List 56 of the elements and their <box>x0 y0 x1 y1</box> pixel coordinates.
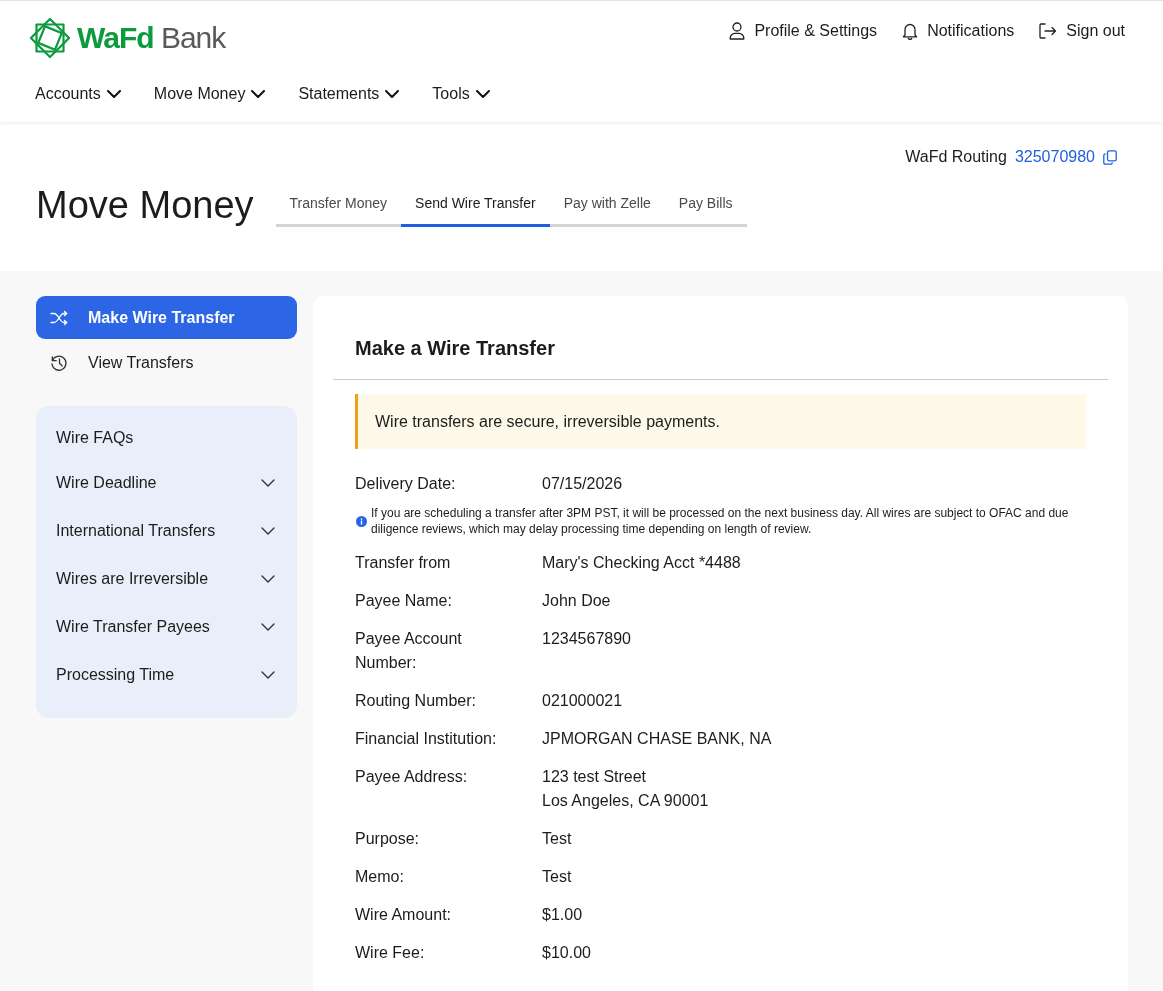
field-label: Routing Number: <box>355 691 477 711</box>
field-value: $1.00 <box>542 905 583 925</box>
nav-menu-item[interactable]: Statements <box>290 72 408 116</box>
copy-icon[interactable] <box>1103 149 1117 165</box>
field-label: Financial Institution: <box>355 729 498 749</box>
field-label: Purpose: <box>355 829 421 849</box>
field-label: Payee Address: <box>355 767 469 787</box>
page-title: Move Money <box>36 183 254 227</box>
field-label: Memo: <box>355 867 405 887</box>
sign-out-icon <box>1039 23 1058 39</box>
tab[interactable]: Transfer Money <box>275 183 402 227</box>
field-value: Test <box>542 829 572 849</box>
field-label: Delivery Date: <box>355 474 457 494</box>
field-value: $10.00 <box>542 943 591 963</box>
sidebar-item[interactable]: View Transfers <box>36 341 297 384</box>
nav-menu-item[interactable]: Accounts <box>27 72 129 116</box>
header-link[interactable]: Sign out <box>1039 19 1125 43</box>
info-icon <box>356 515 367 527</box>
tab[interactable]: Pay Bills <box>664 183 747 227</box>
nav-menu-item[interactable]: Move Money <box>145 72 274 116</box>
routing-number-link[interactable]: 325070980 <box>1014 145 1095 169</box>
field-value: Test <box>542 867 572 887</box>
field-label: Wire Fee: <box>355 943 426 963</box>
field-value: 07/15/2026 <box>542 474 623 494</box>
field-label: Wire Amount: <box>355 905 453 925</box>
field-value: Mary's Checking Acct *4488 <box>542 553 741 573</box>
star-logo-icon <box>27 15 73 61</box>
field-label: Payee Account Number: <box>355 629 463 673</box>
field-value: 021000021 <box>542 691 623 711</box>
field-label: Payee Name: <box>355 591 453 611</box>
faq-heading: Wire FAQs <box>56 428 135 448</box>
field-value: John Doe <box>542 591 611 611</box>
faq-item[interactable]: Processing Time <box>56 651 275 699</box>
alert-message: Wire transfers are secure, irreversible payments. <box>355 394 1086 449</box>
info-note: If you are scheduling a transfer after 3PM PST, it will be processed on the next business day. All wires are subject to OFAC and due diligence reviews, which may delay processing time depending on length of review. <box>371 505 1070 537</box>
history-icon <box>50 353 68 372</box>
field-label: Transfer from <box>355 553 452 573</box>
field-value: 123 test Street Los Angeles, CA 90001 <box>542 767 709 811</box>
field-value: 1234567890 <box>542 629 631 649</box>
brand-wordmark: WaFd Bank <box>77 20 226 56</box>
routing-label: WaFd Routing <box>905 147 1007 167</box>
field-value: JPMORGAN CHASE BANK, NA <box>542 729 772 749</box>
tab[interactable]: Send Wire Transfer <box>401 183 550 227</box>
sidebar-item[interactable]: Make Wire Transfer <box>36 296 297 339</box>
card-title: Make a Wire Transfer <box>355 336 556 360</box>
tab[interactable]: Pay with Zelle <box>549 183 665 227</box>
header-link[interactable]: Profile & Settings <box>729 19 878 43</box>
header-link[interactable]: Notifications <box>902 19 1015 43</box>
faq-item[interactable]: Wire Transfer Payees <box>56 603 275 651</box>
faq-item[interactable]: Wires are Irreversible <box>56 555 275 603</box>
nav-menu-item[interactable]: Tools <box>424 72 498 116</box>
faq-item[interactable]: Wire Deadline <box>56 459 275 507</box>
person-icon <box>729 22 746 40</box>
shuffle-icon <box>50 309 68 326</box>
faq-item[interactable]: International Transfers <box>56 507 275 555</box>
bell-icon <box>902 22 919 40</box>
